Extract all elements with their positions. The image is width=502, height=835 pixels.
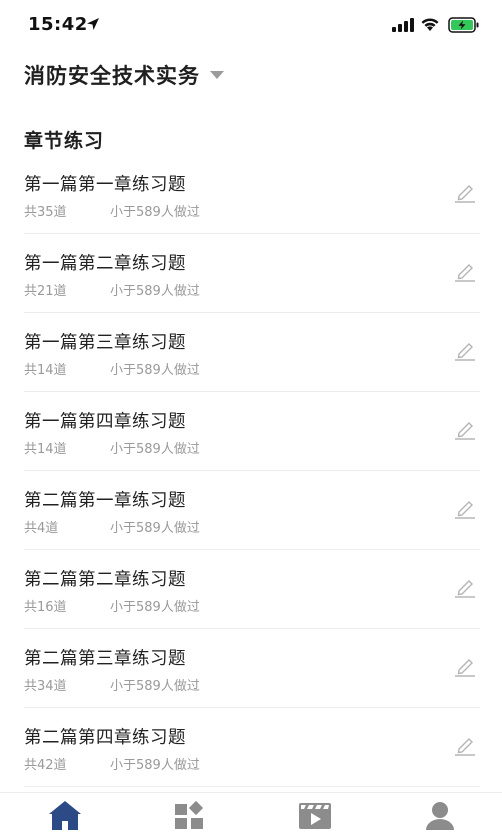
cellular-signal-icon <box>392 18 414 32</box>
participants-count: 小于589人做过 <box>110 442 200 457</box>
tab-categories[interactable] <box>127 793 252 835</box>
list-item[interactable]: 第二篇第一章练习题 共4道 小于589人做过 <box>24 471 480 550</box>
item-meta: 共34道 小于589人做过 <box>24 675 200 694</box>
list-item[interactable]: 第一篇第二章练习题 共21道 小于589人做过 <box>24 234 480 313</box>
question-count: 共35道 <box>24 205 67 220</box>
item-meta: 共42道 小于589人做过 <box>24 754 200 773</box>
pencil-icon[interactable] <box>454 499 476 519</box>
battery-charging-icon <box>448 17 479 33</box>
item-meta: 共14道 小于589人做过 <box>24 359 200 378</box>
list-item[interactable]: 第一篇第一章练习题 共35道 小于589人做过 <box>24 155 480 234</box>
item-title: 第一篇第三章练习题 <box>24 333 186 353</box>
participants-count: 小于589人做过 <box>110 363 200 378</box>
item-meta: 共21道 小于589人做过 <box>24 280 200 299</box>
list-item[interactable]: 第二篇第四章练习题 共42道 小于589人做过 <box>24 708 480 787</box>
pencil-icon[interactable] <box>454 578 476 598</box>
question-count: 共21道 <box>24 284 67 299</box>
item-meta: 共16道 小于589人做过 <box>24 596 200 615</box>
question-count: 共4道 <box>24 521 59 536</box>
item-title: 第一篇第四章练习题 <box>24 412 186 432</box>
list-item[interactable]: 第一篇第四章练习题 共14道 小于589人做过 <box>24 392 480 471</box>
home-icon <box>48 801 81 830</box>
participants-count: 小于589人做过 <box>110 679 200 694</box>
pencil-icon[interactable] <box>454 341 476 361</box>
profile-icon <box>425 802 454 830</box>
participants-count: 小于589人做过 <box>110 600 200 615</box>
list-item[interactable]: 第二篇第三章练习题 共34道 小于589人做过 <box>24 629 480 708</box>
pencil-icon[interactable] <box>454 736 476 756</box>
bottom-tab-bar <box>0 792 502 835</box>
item-title: 第二篇第四章练习题 <box>24 728 186 748</box>
item-meta: 共14道 小于589人做过 <box>24 438 200 457</box>
item-meta: 共35道 小于589人做过 <box>24 201 200 220</box>
participants-count: 小于589人做过 <box>110 284 200 299</box>
tab-videos[interactable] <box>252 793 377 835</box>
item-title: 第二篇第二章练习题 <box>24 570 186 590</box>
participants-count: 小于589人做过 <box>110 205 200 220</box>
caret-down-icon <box>210 71 224 79</box>
question-count: 共14道 <box>24 363 67 378</box>
screen: 15:42 消防安全技术实务 章节练习 第一篇第一章练习题 共35道 小于589… <box>0 0 502 835</box>
grid-icon <box>174 800 203 829</box>
wifi-icon <box>421 18 439 31</box>
list-item[interactable]: 第一篇第三章练习题 共14道 小于589人做过 <box>24 313 480 392</box>
pencil-icon[interactable] <box>454 420 476 440</box>
question-count: 共16道 <box>24 600 67 615</box>
status-bar: 15:42 <box>0 0 502 50</box>
participants-count: 小于589人做过 <box>110 758 200 773</box>
list-item[interactable]: 第二篇第二章练习题 共16道 小于589人做过 <box>24 550 480 629</box>
pencil-icon[interactable] <box>454 657 476 677</box>
page-title: 消防安全技术实务 <box>24 64 200 88</box>
item-title: 第二篇第一章练习题 <box>24 491 186 511</box>
section-title: 章节练习 <box>24 130 105 152</box>
item-meta: 共4道 小于589人做过 <box>24 517 200 536</box>
subject-selector[interactable]: 消防安全技术实务 <box>24 58 224 92</box>
question-count: 共34道 <box>24 679 67 694</box>
video-icon <box>298 803 331 829</box>
item-title: 第二篇第三章练习题 <box>24 649 186 669</box>
question-count: 共42道 <box>24 758 67 773</box>
item-title: 第一篇第二章练习题 <box>24 254 186 274</box>
location-arrow-icon <box>87 18 99 30</box>
status-time: 15:42 <box>28 14 88 35</box>
participants-count: 小于589人做过 <box>110 521 200 536</box>
pencil-icon[interactable] <box>454 262 476 282</box>
tab-home[interactable] <box>2 793 127 835</box>
pencil-icon[interactable] <box>454 183 476 203</box>
question-count: 共14道 <box>24 442 67 457</box>
exercise-list: 第一篇第一章练习题 共35道 小于589人做过 第一篇第二章练习题 共21道 小… <box>24 155 480 787</box>
tab-profile[interactable] <box>377 793 502 835</box>
item-title: 第一篇第一章练习题 <box>24 175 186 195</box>
